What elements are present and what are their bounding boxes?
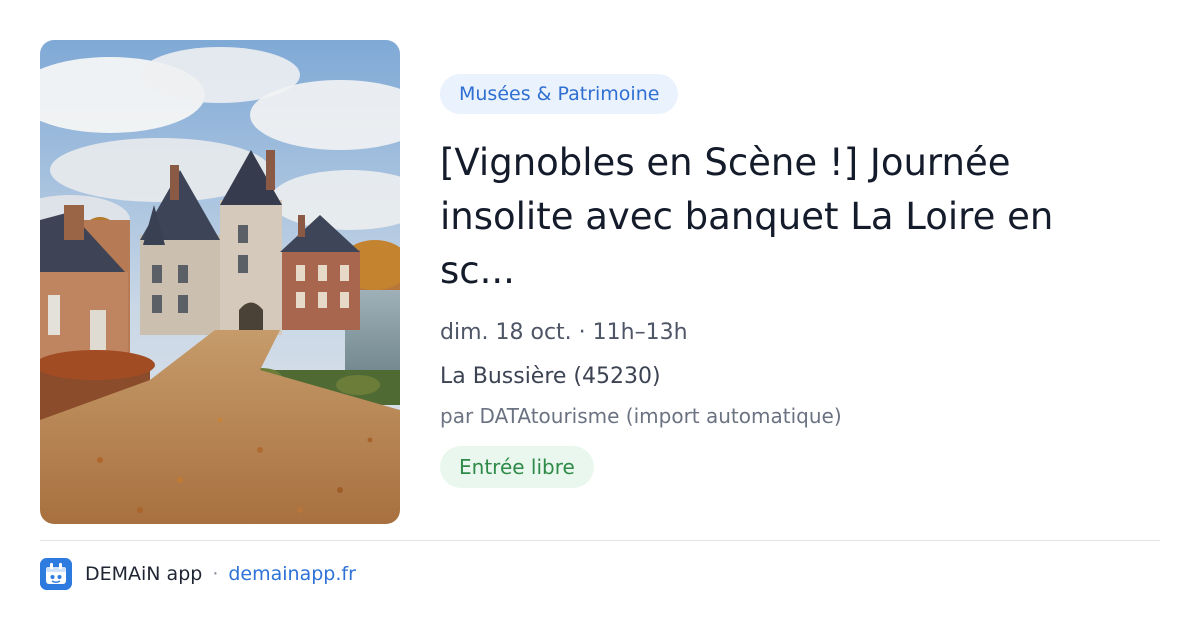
app-url-link[interactable]: demainapp.fr [228, 563, 356, 585]
price-badge: Entrée libre [440, 446, 594, 488]
event-share-card: Musées & Patrimoine [Vignobles en Scène … [0, 0, 1200, 630]
event-photo [40, 40, 400, 524]
footer-separator: · [212, 563, 219, 585]
event-details: Musées & Patrimoine [Vignobles en Scène … [440, 74, 1140, 488]
event-date-time: dim. 18 oct. · 11h–13h [440, 320, 688, 345]
event-title[interactable]: [Vignobles en Scène !] Journée insolite … [440, 136, 1130, 298]
event-location: La Bussière (45230) [440, 364, 661, 389]
event-source: par DATAtourisme (import automatique) [440, 404, 842, 428]
footer: DEMAiN app · demainapp.fr [40, 558, 356, 590]
app-logo-icon[interactable] [40, 558, 72, 590]
category-badge[interactable]: Musées & Patrimoine [440, 74, 679, 114]
footer-divider [40, 540, 1160, 541]
app-name: DEMAiN app [85, 563, 203, 585]
